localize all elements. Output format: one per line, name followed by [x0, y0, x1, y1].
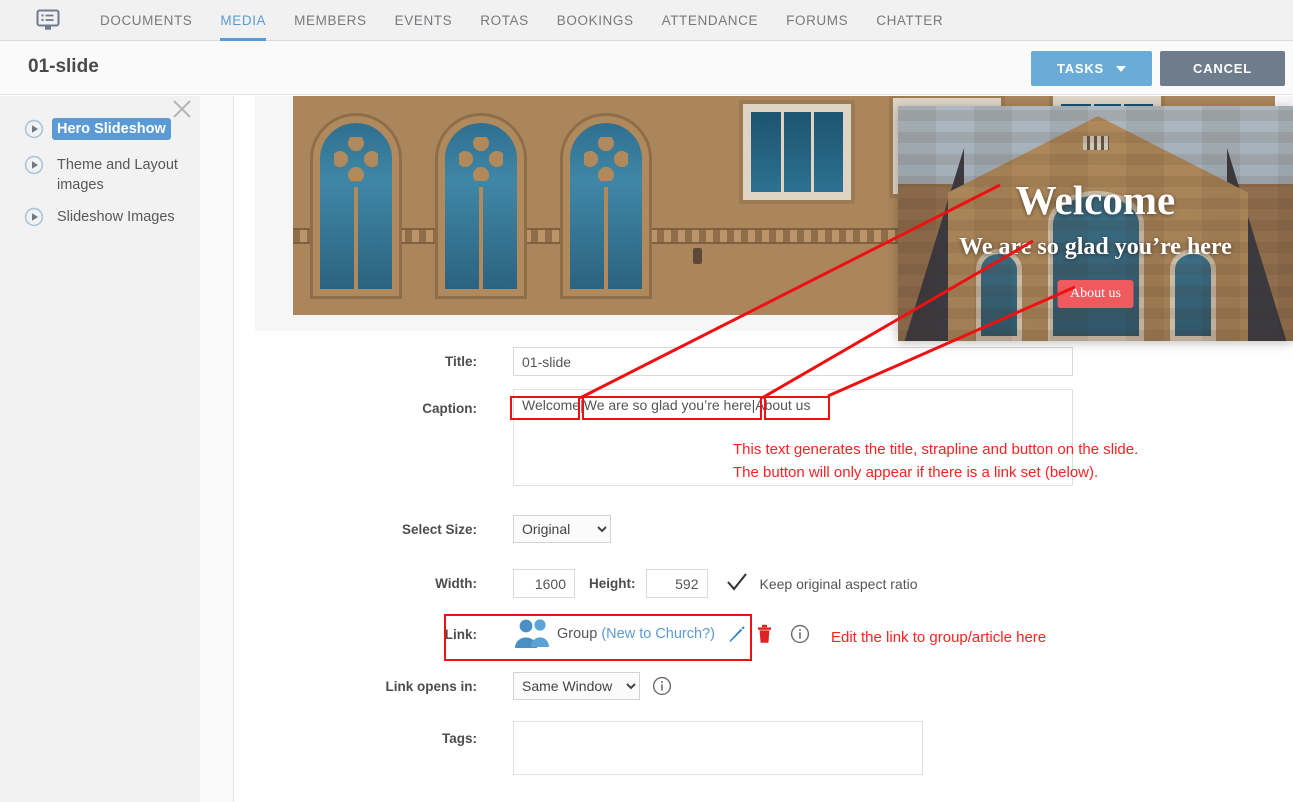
aspect-ratio-label: Keep original aspect ratio	[759, 575, 918, 592]
nav-item-forums[interactable]: FORUMS	[772, 0, 862, 41]
pencil-icon[interactable]	[727, 625, 746, 644]
close-icon[interactable]	[171, 98, 193, 120]
link-type-text: Group	[557, 626, 598, 642]
nav-item-bookings[interactable]: BOOKINGS	[543, 0, 648, 41]
link-target-link[interactable]: (New to Church?)	[601, 626, 715, 642]
nav-label: DOCUMENTS	[100, 12, 193, 28]
side-window-right	[1170, 249, 1216, 341]
select-size-dropdown[interactable]: Original	[513, 515, 611, 543]
check-icon[interactable]	[726, 572, 748, 596]
info-icon[interactable]	[652, 676, 672, 696]
sash-window	[743, 104, 851, 200]
page-title: 01-slide	[28, 56, 99, 77]
slide-cta-button[interactable]: About us	[1057, 280, 1134, 308]
sidebar-item-theme-and-layout-images[interactable]: Theme and Layout images	[24, 154, 189, 196]
side-window-left	[976, 249, 1022, 341]
title-input[interactable]	[513, 347, 1073, 376]
play-circle-icon[interactable]	[24, 119, 44, 144]
link-opens-in-label: Link opens in:	[385, 678, 477, 694]
field-row-title: Title:	[235, 347, 1073, 376]
gothic-window	[563, 116, 649, 296]
group-people-icon	[513, 617, 553, 651]
top-navigation-bar: DOCUMENTS MEDIA MEMBERS EVENTS ROTAS BOO…	[0, 0, 1293, 41]
tasks-button-label: TASKS	[1056, 61, 1105, 76]
nav-label: MEMBERS	[294, 12, 367, 28]
sidebar-item-slideshow-images[interactable]: Slideshow Images	[24, 206, 189, 232]
tags-input[interactable]	[513, 721, 923, 775]
width-label: Width:	[435, 576, 477, 591]
nav-label: FORUMS	[786, 12, 849, 28]
field-row-link-opens-in: Link opens in: Same Window	[235, 672, 672, 700]
nav-item-media[interactable]: MEDIA	[206, 0, 280, 41]
cancel-button[interactable]: CANCEL	[1160, 51, 1285, 86]
gothic-window	[313, 116, 399, 296]
nav-label: ATTENDANCE	[661, 12, 759, 28]
field-row-link: Link: Group (New to Church?)	[235, 617, 810, 651]
link-opens-in-dropdown[interactable]: Same Window	[513, 672, 640, 700]
sidebar-item-label: Hero Slideshow	[52, 118, 171, 140]
wall-lamp	[693, 248, 702, 264]
nav-label: BOOKINGS	[556, 12, 634, 28]
caption-label: Caption:	[422, 401, 477, 416]
slide-title: Welcome	[1015, 177, 1176, 223]
annotation-line-2: The button will only appear if there is …	[733, 464, 1099, 481]
sidebar-item-label: Theme and Layout images	[57, 157, 178, 193]
annotation-line-1: This text generates the title, strapline…	[733, 441, 1139, 458]
height-label: Height:	[589, 576, 636, 591]
nav-item-members[interactable]: MEMBERS	[280, 0, 380, 41]
link-label: Link:	[444, 626, 477, 642]
trash-icon[interactable]	[757, 624, 772, 644]
nav-label: MEDIA	[220, 12, 267, 28]
sidebar-item-label: Slideshow Images	[57, 209, 175, 225]
tasks-button[interactable]: TASKS	[1031, 51, 1152, 86]
sidebar: Hero Slideshow Theme and Layout images S…	[0, 96, 200, 802]
sidebar-item-hero-slideshow[interactable]: Hero Slideshow	[24, 118, 189, 144]
play-circle-icon[interactable]	[24, 155, 44, 180]
field-row-select-size: Select Size: Original	[235, 515, 611, 543]
slide-overlay-preview: Welcome We are so glad you’re here About…	[898, 106, 1293, 341]
nav-label: EVENTS	[394, 12, 453, 28]
annotation-caption-note: This text generates the title, strapline…	[733, 438, 1138, 484]
title-label: Title:	[444, 354, 477, 369]
app-root: DOCUMENTS MEDIA MEMBERS EVENTS ROTAS BOO…	[0, 0, 1293, 802]
nav-label: ROTAS	[480, 12, 529, 28]
nav-items: DOCUMENTS MEDIA MEMBERS EVENTS ROTAS BOO…	[86, 0, 957, 41]
nav-item-attendance[interactable]: ATTENDANCE	[648, 0, 773, 41]
gable-vent	[1082, 136, 1109, 150]
annotation-link-note: Edit the link to group/article here	[831, 629, 1047, 646]
tags-label: Tags:	[441, 731, 477, 746]
slide-strapline: We are so glad you’re here	[959, 234, 1232, 260]
nav-item-chatter[interactable]: CHATTER	[862, 0, 957, 41]
chevron-down-icon	[1116, 65, 1127, 72]
info-icon[interactable]	[790, 624, 810, 644]
height-input[interactable]	[645, 569, 708, 598]
sidebar-tree: Hero Slideshow Theme and Layout images S…	[24, 118, 189, 242]
screen-list-icon[interactable]	[36, 9, 60, 31]
nav-item-rotas[interactable]: ROTAS	[466, 0, 543, 41]
select-size-label: Select Size:	[401, 521, 477, 537]
field-row-tags: Tags:	[235, 721, 923, 775]
play-circle-icon[interactable]	[24, 207, 44, 232]
sidebar-divider	[200, 96, 234, 802]
nav-item-documents[interactable]: DOCUMENTS	[86, 0, 206, 41]
nav-label: CHATTER	[876, 12, 944, 28]
gothic-window	[438, 116, 524, 296]
width-input[interactable]	[513, 569, 575, 598]
field-row-dimensions: Width: Height: Keep original aspect rati…	[235, 569, 918, 598]
nav-item-events[interactable]: EVENTS	[381, 0, 467, 41]
